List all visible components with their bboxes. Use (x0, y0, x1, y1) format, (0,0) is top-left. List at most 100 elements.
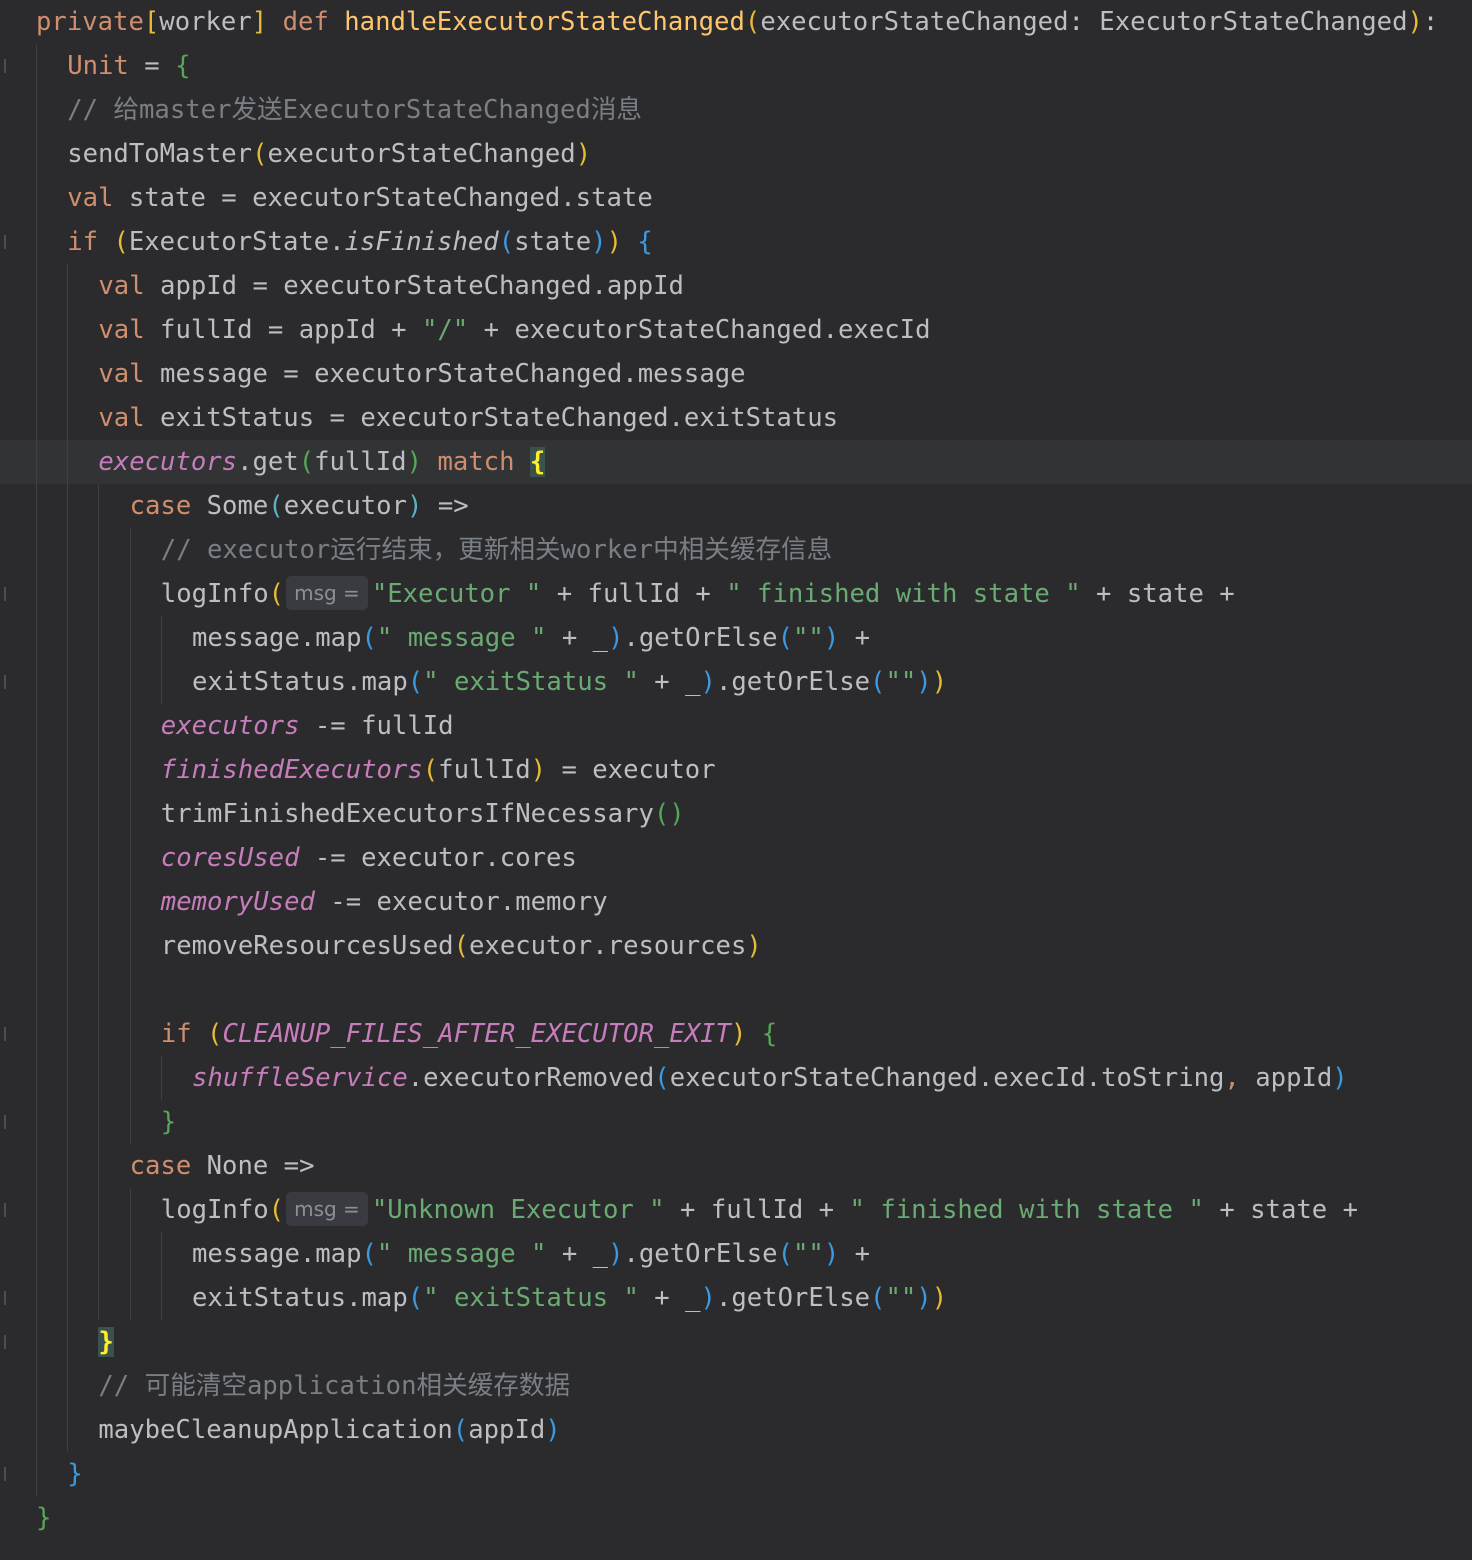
code-line[interactable]: case None => (0, 1144, 1472, 1188)
code-token: val (98, 403, 145, 433)
code-text: val exitStatus = executorStateChanged.ex… (98, 396, 838, 440)
fold-marker[interactable] (4, 1335, 6, 1349)
code-line[interactable]: } (0, 1496, 1472, 1540)
code-token: ( (252, 139, 268, 169)
indent-guide (36, 44, 37, 88)
fold-marker[interactable] (4, 587, 6, 601)
code-token: executors (98, 447, 238, 477)
code-token: match (437, 447, 515, 477)
code-token: None => (191, 1151, 315, 1181)
code-line[interactable]: message.map(" message " + _).getOrElse("… (0, 616, 1472, 660)
code-token: state = executorStateChanged.state (113, 183, 653, 213)
code-token: // 可能清空application相关缓存数据 (98, 1371, 571, 1401)
code-line[interactable]: // executor运行结束，更新相关worker中相关缓存信息 (0, 528, 1472, 572)
indent-guide (67, 1188, 69, 1232)
indent-guide (98, 1188, 100, 1232)
indent-guide (36, 528, 37, 572)
code-token: ( (777, 623, 793, 653)
code-token: CLEANUP_FILES_AFTER_EXECUTOR_EXIT (222, 1019, 731, 1049)
code-text: message.map(" message " + _).getOrElse("… (192, 616, 870, 660)
code-line[interactable]: Unit = { (0, 44, 1472, 88)
indent-guide (129, 616, 131, 660)
code-line[interactable]: maybeCleanupApplication(appId) (0, 1408, 1472, 1452)
fold-marker[interactable] (4, 675, 6, 689)
code-token: ) (1332, 1063, 1348, 1093)
code-line[interactable]: sendToMaster(executorStateChanged) (0, 132, 1472, 176)
fold-marker[interactable] (4, 59, 6, 73)
indent-guide (36, 352, 37, 396)
indent-guide (98, 968, 100, 1012)
code-line[interactable]: removeResourcesUsed(executor.resources) (0, 924, 1472, 968)
code-token: ) (746, 931, 762, 961)
code-line[interactable]: // 给master发送ExecutorStateChanged消息 (0, 88, 1472, 132)
code-line[interactable]: private[worker] def handleExecutorStateC… (0, 0, 1472, 44)
code-token: ( (298, 447, 315, 477)
code-line[interactable]: val fullId = appId + "/" + executorState… (0, 308, 1472, 352)
code-line[interactable]: logInfo(msg = "Unknown Executor " + fullI… (0, 1188, 1472, 1232)
code-line[interactable]: executors -= fullId (0, 704, 1472, 748)
code-line[interactable]: val message = executorStateChanged.messa… (0, 352, 1472, 396)
code-line[interactable]: executors.get(fullId) match { (0, 440, 1472, 484)
code-line[interactable]: } (0, 1320, 1472, 1364)
fold-marker[interactable] (4, 1027, 6, 1041)
indent-guide (36, 1320, 37, 1364)
indent-guide (36, 1408, 37, 1452)
indent-guide (160, 660, 162, 704)
code-token: memoryUsed (160, 887, 315, 917)
code-token: ) (823, 623, 840, 653)
code-line[interactable]: exitStatus.map(" exitStatus " + _).getOr… (0, 1276, 1472, 1320)
code-token: ) (608, 1239, 624, 1269)
code-token: finishedExecutors (160, 755, 423, 785)
code-line[interactable]: if (CLEANUP_FILES_AFTER_EXECUTOR_EXIT) { (0, 1012, 1472, 1056)
code-line[interactable]: trimFinishedExecutorsIfNecessary() (0, 792, 1472, 836)
code-token: ( (268, 579, 285, 609)
code-token: } (160, 1107, 177, 1137)
code-token: " finished with state " (726, 579, 1081, 609)
indent-guide (98, 748, 100, 792)
fold-marker[interactable] (4, 1291, 6, 1305)
code-text: // 可能清空application相关缓存数据 (98, 1364, 570, 1408)
indent-guide (129, 1232, 131, 1276)
indent-guide (129, 528, 131, 572)
code-line[interactable]: memoryUsed -= executor.memory (0, 880, 1472, 924)
code-line[interactable]: shuffleService.executorRemoved(executorS… (0, 1056, 1472, 1100)
code-line[interactable]: // 可能清空application相关缓存数据 (0, 1364, 1472, 1408)
code-line[interactable] (0, 968, 1472, 1012)
indent-guide (67, 660, 69, 704)
code-line[interactable]: finishedExecutors(fullId) = executor (0, 748, 1472, 792)
code-line[interactable]: logInfo(msg = "Executor " + fullId + " fi… (0, 572, 1472, 616)
code-line[interactable]: } (0, 1100, 1472, 1144)
fold-marker[interactable] (4, 1203, 6, 1217)
code-line[interactable]: coresUsed -= executor.cores (0, 836, 1472, 880)
code-line[interactable]: val appId = executorStateChanged.appId (0, 264, 1472, 308)
code-token: val (98, 359, 145, 389)
parameter-hint: msg = (286, 576, 368, 610)
indent-guide (129, 1188, 131, 1232)
indent-guide (67, 352, 69, 396)
code-token: appId (1239, 1063, 1333, 1093)
code-token: + _ (638, 667, 701, 697)
code-token: } (98, 1327, 114, 1357)
code-token: ) (406, 447, 423, 477)
code-line[interactable]: case Some(executor) => (0, 484, 1472, 528)
code-line[interactable]: val exitStatus = executorStateChanged.ex… (0, 396, 1472, 440)
code-token: ( (777, 1239, 793, 1269)
code-token: executor (283, 491, 407, 521)
code-line[interactable]: } (0, 1452, 1472, 1496)
code-editor[interactable]: private[worker] def handleExecutorStateC… (0, 0, 1472, 1560)
indent-guide (160, 1276, 162, 1320)
indent-guide (98, 704, 100, 748)
code-token: if (67, 227, 99, 257)
code-token: { (175, 51, 191, 81)
code-token: trimFinishedExecutorsIfNecessary (160, 799, 654, 829)
code-line[interactable]: message.map(" message " + _).getOrElse("… (0, 1232, 1472, 1276)
code-line[interactable]: val state = executorStateChanged.state (0, 176, 1472, 220)
fold-marker[interactable] (4, 1467, 6, 1481)
code-line[interactable]: exitStatus.map(" exitStatus " + _).getOr… (0, 660, 1472, 704)
code-token: ) (931, 667, 948, 697)
code-line[interactable]: if (ExecutorState.isFinished(state)) { (0, 220, 1472, 264)
indent-guide (98, 1012, 100, 1056)
fold-marker[interactable] (4, 235, 6, 249)
indent-guide (36, 1144, 37, 1188)
fold-marker[interactable] (4, 1115, 6, 1129)
